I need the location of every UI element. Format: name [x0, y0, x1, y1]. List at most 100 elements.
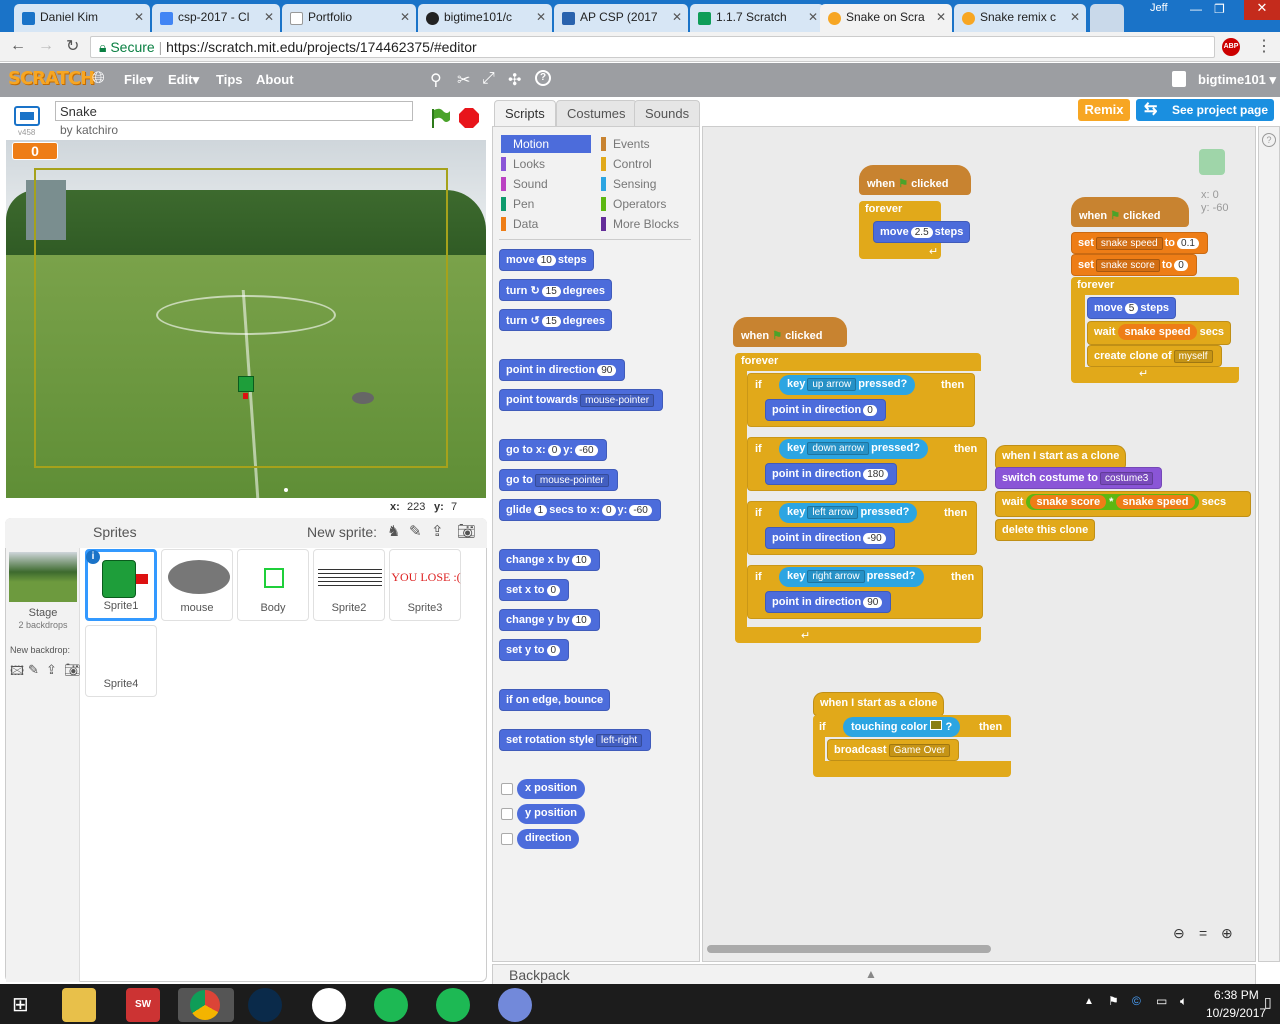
block-turn-left[interactable]: turn ↺ 15 degrees: [499, 309, 612, 331]
choose-sprite-icon[interactable]: ♞: [387, 522, 400, 540]
green-flag-icon[interactable]: [428, 106, 452, 130]
info-icon[interactable]: i: [86, 550, 100, 564]
tab-scripts[interactable]: Scripts: [494, 100, 556, 126]
network-icon[interactable]: ▭: [1156, 994, 1167, 1008]
account-menu[interactable]: bigtime101 ▾: [1198, 72, 1276, 88]
category-sound[interactable]: Sound: [501, 175, 595, 193]
camera-icon[interactable]: 📷︎: [457, 522, 476, 540]
tray-chevron-icon[interactable]: ▲: [1084, 996, 1094, 1007]
volume-icon[interactable]: 🔈︎: [1180, 994, 1187, 1009]
spotify-icon[interactable]: [374, 988, 408, 1022]
see-project-page-button[interactable]: ⇆ See project page: [1136, 99, 1274, 121]
block-rotation-style[interactable]: set rotation style left-right: [499, 729, 652, 751]
reload-icon[interactable]: ↻: [66, 36, 79, 56]
tab-sounds[interactable]: Sounds: [634, 100, 701, 126]
block-move[interactable]: move 10 steps: [499, 249, 594, 271]
browser-tab[interactable]: bigtime101/c ✕: [418, 4, 552, 32]
block-turn-right[interactable]: turn ↻ 15 degrees: [499, 279, 612, 301]
windows-start-icon[interactable]: ⊞: [12, 992, 29, 1017]
stage-thumbnail[interactable]: [9, 552, 77, 602]
file-explorer-icon[interactable]: [62, 988, 96, 1022]
hat-when-flag-clicked[interactable]: when ⚑ clicked: [1071, 197, 1189, 227]
category-pen[interactable]: Pen: [501, 195, 595, 213]
block-change-x[interactable]: change x by 10: [499, 549, 600, 571]
shrink-icon[interactable]: ✣: [508, 70, 521, 90]
notifications-icon[interactable]: ▯: [1264, 994, 1272, 1011]
chrome-taskbar-item[interactable]: [178, 988, 234, 1022]
y-position-checkbox[interactable]: [501, 808, 513, 820]
clock-date[interactable]: 10/29/2017: [1206, 1006, 1266, 1020]
profile-name[interactable]: Jeff: [1150, 2, 1168, 14]
browser-tab-active[interactable]: Snake on Scra ✕: [820, 4, 952, 32]
color-swatch[interactable]: [930, 720, 943, 730]
browser-tab[interactable]: Daniel Kim ✕: [14, 4, 150, 32]
block-goto-xy[interactable]: go to x: 0 y: -60: [499, 439, 607, 461]
upload-icon[interactable]: ⇪: [431, 522, 444, 540]
adblock-icon[interactable]: ABP: [1222, 38, 1240, 56]
block-set-snake-speed[interactable]: set snake speed to 0.1: [1071, 232, 1208, 254]
close-tab-icon[interactable]: ✕: [536, 10, 546, 24]
block-wait[interactable]: wait snake speed secs: [1087, 321, 1232, 345]
my-stuff-icon[interactable]: [1172, 71, 1186, 87]
key-pressed-left[interactable]: key left arrow pressed?: [779, 503, 918, 523]
block-delete-clone[interactable]: delete this clone: [995, 519, 1096, 541]
scratch-logo[interactable]: SCRATCH: [8, 68, 95, 89]
reporter-x-position[interactable]: x position: [517, 779, 585, 799]
duplicate-icon[interactable]: ⚲: [430, 70, 442, 90]
close-tab-icon[interactable]: ✕: [672, 10, 682, 24]
key-pressed-right[interactable]: key right arrow pressed?: [779, 567, 924, 587]
category-motion[interactable]: Motion: [501, 135, 591, 153]
category-data[interactable]: Data: [501, 215, 595, 233]
category-more-blocks[interactable]: More Blocks: [601, 215, 695, 233]
key-pressed-up[interactable]: key up arrow pressed?: [779, 375, 916, 395]
new-tab-button[interactable]: [1090, 4, 1124, 32]
hat-when-clone-start[interactable]: when I start as a clone: [995, 445, 1127, 469]
sprite-thumb[interactable]: YOU LOSE :( Sprite3: [389, 549, 461, 621]
fullscreen-icon[interactable]: [14, 106, 40, 126]
menu-file[interactable]: File▾: [124, 72, 153, 88]
browser-tab[interactable]: Portfolio ✕: [282, 4, 416, 32]
close-tab-icon[interactable]: ✕: [134, 10, 144, 24]
paint-icon[interactable]: ✎: [409, 522, 422, 540]
block-broadcast[interactable]: broadcast Game Over: [827, 739, 960, 761]
zoom-reset-icon[interactable]: =: [1199, 925, 1207, 941]
tab-costumes[interactable]: Costumes: [556, 100, 637, 126]
sprite-thumb[interactable]: Sprite2: [313, 549, 385, 621]
browser-tab[interactable]: csp-2017 - Cl ✕: [152, 4, 280, 32]
clock-time[interactable]: 6:38 PM: [1214, 988, 1259, 1002]
script-area[interactable]: x: 0 y: -60 when ⚑ clicked forever move 2…: [702, 126, 1256, 962]
browser-tab[interactable]: Snake remix c ✕: [954, 4, 1086, 32]
hat-when-flag-clicked[interactable]: when ⚑ clicked: [733, 317, 847, 347]
snake-head-sprite[interactable]: [238, 376, 254, 399]
block-move-2-5[interactable]: move 2.5 steps: [873, 221, 971, 243]
block-goto[interactable]: go to mouse-pointer: [499, 469, 618, 491]
block-point-direction-0[interactable]: point in direction 0: [765, 399, 886, 421]
hat-when-clone-start[interactable]: when I start as a clone: [813, 692, 945, 716]
category-control[interactable]: Control: [601, 155, 695, 173]
sprite-thumb-selected[interactable]: i Sprite1: [85, 549, 157, 621]
globe-icon[interactable]: 🌐︎: [92, 70, 105, 88]
close-tab-icon[interactable]: ✕: [400, 10, 410, 24]
tray-icon[interactable]: ⚑: [1108, 994, 1119, 1008]
help-icon[interactable]: ?: [1262, 133, 1276, 147]
reporter-direction[interactable]: direction: [517, 829, 580, 849]
paint-backdrop-icon[interactable]: ✎: [28, 662, 39, 678]
block-change-y[interactable]: change y by 10: [499, 609, 600, 631]
spotify-icon[interactable]: [436, 988, 470, 1022]
category-looks[interactable]: Looks: [501, 155, 595, 173]
block-set-x[interactable]: set x to 0: [499, 579, 570, 601]
grow-icon[interactable]: ⤢: [482, 70, 495, 88]
close-tab-icon[interactable]: ✕: [936, 10, 946, 24]
direction-checkbox[interactable]: [501, 833, 513, 845]
app-icon[interactable]: [248, 988, 282, 1022]
browser-tab[interactable]: 1.1.7 Scratch ✕: [690, 4, 824, 32]
stop-icon[interactable]: [458, 107, 480, 129]
close-tab-icon[interactable]: ✕: [1070, 10, 1080, 24]
category-operators[interactable]: Operators: [601, 195, 695, 213]
category-sensing[interactable]: Sensing: [601, 175, 695, 193]
block-point-towards[interactable]: point towards mouse-pointer: [499, 389, 664, 411]
hat-when-flag-clicked[interactable]: when ⚑ clicked: [859, 165, 971, 195]
upload-backdrop-icon[interactable]: ⇪: [46, 662, 57, 678]
url-field[interactable]: 🔒︎ Secure | https://scratch.mit.edu/proj…: [90, 36, 1215, 58]
discord-icon[interactable]: [498, 988, 532, 1022]
